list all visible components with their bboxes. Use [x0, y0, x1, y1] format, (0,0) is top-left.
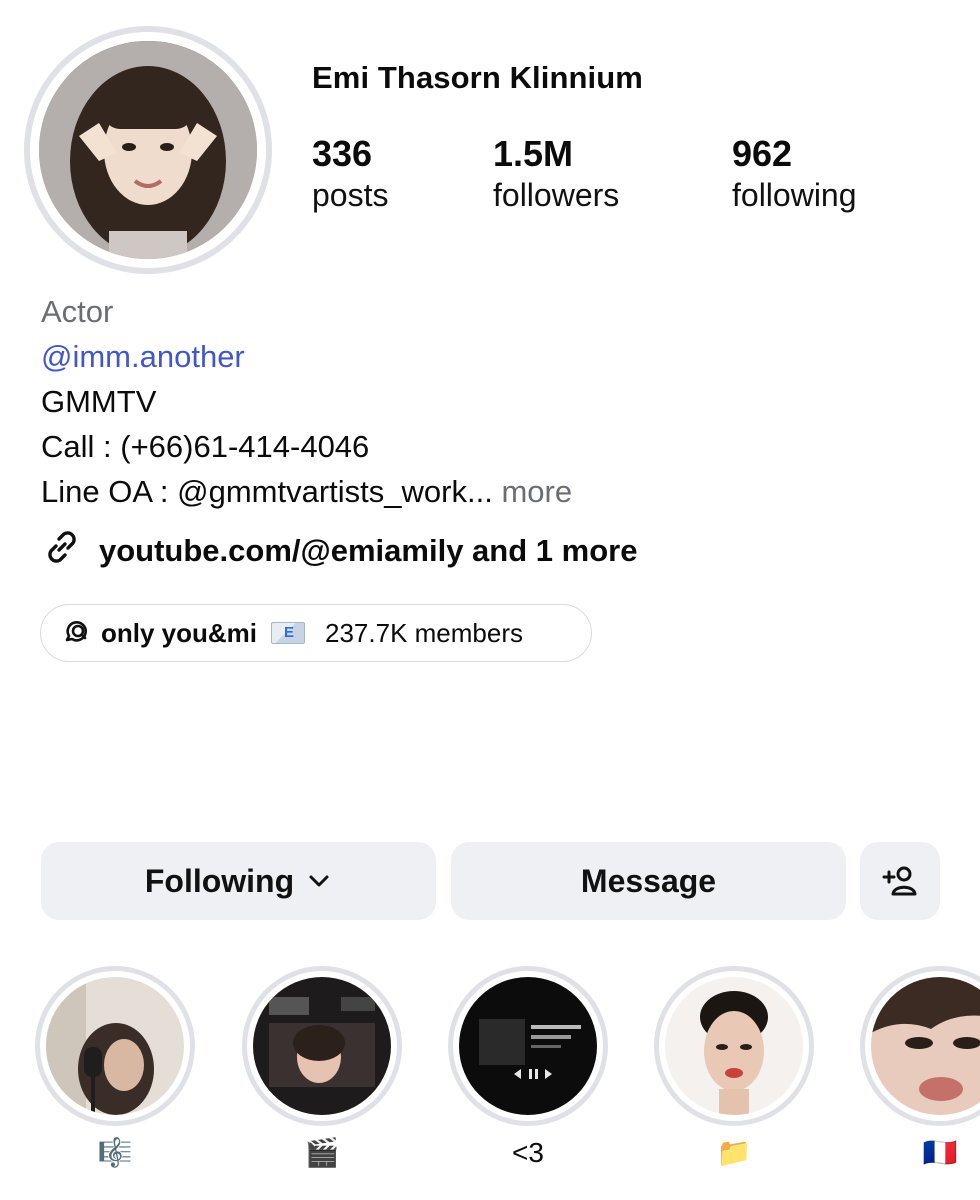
following-button-label: Following — [144, 862, 295, 899]
highlight-ring — [35, 966, 195, 1126]
stat-posts-label: posts — [312, 177, 389, 213]
highlight-ring — [242, 966, 402, 1126]
story-highlight[interactable]: 🎬 — [242, 966, 402, 1170]
highlight-cover-music-player — [459, 977, 597, 1115]
highlight-label: 📁 — [716, 1137, 752, 1168]
broadcast-channel-pill[interactable]: only you&mi 237.7K members — [40, 604, 592, 662]
highlight-label: <3 — [512, 1137, 544, 1168]
highlight-ring — [860, 966, 980, 1126]
add-user-icon — [880, 861, 920, 901]
bio-line-truncated: Line OA : @gmmtvartists_work... more — [41, 469, 572, 514]
stat-followers-label: followers — [493, 177, 620, 213]
profile-name: Emi Thasorn Klinnium — [312, 60, 643, 95]
profile-bio: Actor @imm.another GMMTV Call : (+66)61-… — [41, 289, 572, 514]
channel-members: 237.7K members — [325, 617, 523, 648]
highlight-label: 🎼 — [97, 1137, 133, 1168]
bio-line: Call : (+66)61-414-4046 — [41, 429, 370, 464]
bio-more-button[interactable]: more — [501, 474, 572, 509]
message-button-label: Message — [580, 862, 717, 899]
broadcast-channel-icon — [61, 615, 91, 652]
stat-followers-value: 1.5M — [493, 133, 574, 174]
chevron-down-icon — [306, 868, 332, 894]
bio-category: Actor — [41, 294, 114, 329]
story-highlight[interactable]: 🇫🇷 — [860, 966, 980, 1170]
bio-link-text[interactable]: youtube.com/@emiamily and 1 more — [99, 533, 637, 569]
following-button[interactable]: Following — [41, 842, 436, 920]
stat-following-label: following — [732, 177, 857, 213]
message-button[interactable]: Message — [451, 842, 846, 920]
story-highlight[interactable]: <3 — [448, 966, 608, 1170]
envelope-emoji-icon — [271, 622, 306, 644]
highlight-label: 🇫🇷 — [922, 1137, 958, 1168]
stat-following[interactable]: 962 following — [732, 133, 857, 215]
story-highlight[interactable]: 🎼 — [35, 966, 195, 1170]
stat-posts[interactable]: 336 posts — [312, 133, 388, 215]
highlight-cover-recording-studio — [46, 977, 184, 1115]
highlight-ring — [654, 966, 814, 1126]
highlight-cover-film-monitor — [253, 977, 391, 1115]
profile-page: Emi Thasorn Klinnium 336 posts 1.5M foll… — [0, 0, 980, 1200]
bio-line: Line OA : @gmmtvartists_work... — [41, 474, 493, 509]
avatar-image — [39, 41, 257, 259]
highlight-ring — [448, 966, 608, 1126]
bio-external-link[interactable]: youtube.com/@emiamily and 1 more — [41, 526, 637, 576]
highlight-cover-portrait — [665, 977, 803, 1115]
bio-mention-link[interactable]: @imm.another — [41, 334, 572, 379]
stat-posts-value: 336 — [312, 133, 373, 174]
channel-name: only you&mi — [101, 617, 258, 648]
bio-line: GMMTV — [41, 384, 157, 419]
add-user-button[interactable] — [860, 842, 940, 920]
stat-followers[interactable]: 1.5M followers — [493, 133, 619, 215]
stat-following-value: 962 — [732, 133, 793, 174]
highlight-label: 🎬 — [304, 1137, 340, 1168]
highlight-cover-closeup-portrait — [871, 977, 980, 1115]
profile-avatar[interactable] — [24, 26, 272, 274]
link-icon — [41, 526, 83, 576]
story-highlight[interactable]: 📁 — [654, 966, 814, 1170]
